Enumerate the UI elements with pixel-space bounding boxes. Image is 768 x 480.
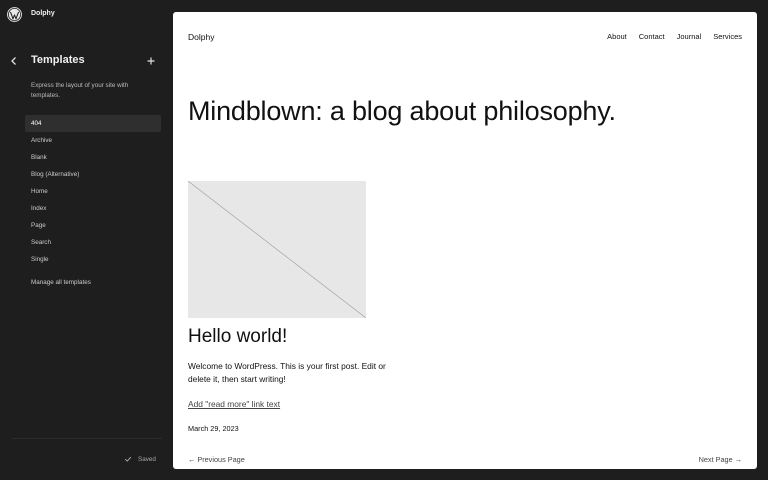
preview-site-title[interactable]: Dolphy (188, 32, 214, 42)
templates-description: Express the layout of your site with tem… (31, 82, 129, 99)
manage-all-templates-link[interactable]: Manage all templates (31, 279, 91, 286)
templates-heading: Templates (31, 54, 85, 66)
next-page-label: Next Page (698, 455, 733, 464)
nav-item-contact[interactable]: Contact (639, 32, 665, 41)
check-icon (124, 456, 132, 462)
arrow-right-icon: → (734, 455, 742, 464)
editor-sidebar: Dolphy Templates Express the layout of y… (0, 0, 173, 480)
template-item-page[interactable]: Page (25, 217, 161, 234)
previous-page-label: Previous Page (197, 455, 245, 464)
plus-icon (147, 57, 155, 65)
template-item-archive[interactable]: Archive (25, 132, 161, 149)
read-more-link[interactable]: Add "read more" link text (188, 399, 280, 409)
post-date: March 29, 2023 (188, 424, 239, 433)
template-item-blank[interactable]: Blank (25, 149, 161, 166)
wordpress-logo-icon[interactable] (7, 7, 22, 22)
nav-item-journal[interactable]: Journal (677, 32, 702, 41)
nav-item-services[interactable]: Services (713, 32, 742, 41)
template-item-404[interactable]: 404 (25, 115, 161, 132)
blog-heading: Mindblown: a blog about philosophy. (188, 96, 616, 126)
save-status-label: Saved (138, 455, 156, 463)
template-item-blog-alternative[interactable]: Blog (Alternative) (25, 166, 161, 183)
template-item-search[interactable]: Search (25, 234, 161, 251)
next-page-link[interactable]: Next Page → (699, 455, 742, 464)
template-item-single[interactable]: Single (25, 251, 161, 268)
sidebar-footer-divider (12, 438, 162, 439)
template-list: 404 Archive Blank Blog (Alternative) Hom… (25, 115, 161, 268)
save-status: Saved (124, 455, 156, 463)
previous-page-link[interactable]: ← Previous Page (188, 455, 245, 464)
post-title[interactable]: Hello world! (188, 326, 287, 348)
site-title[interactable]: Dolphy (31, 10, 55, 17)
post-excerpt: Welcome to WordPress. This is your first… (188, 361, 386, 384)
template-item-index[interactable]: Index (25, 200, 161, 217)
back-button[interactable] (8, 55, 20, 67)
featured-image-placeholder (188, 181, 366, 318)
add-template-button[interactable] (145, 55, 157, 67)
arrow-left-icon: ← (188, 455, 196, 464)
chevron-left-icon (11, 57, 16, 65)
site-preview-canvas[interactable]: Dolphy About Contact Journal Services Mi… (173, 12, 757, 469)
template-item-home[interactable]: Home (25, 183, 161, 200)
nav-item-about[interactable]: About (607, 32, 627, 41)
preview-navigation: About Contact Journal Services (607, 32, 742, 41)
